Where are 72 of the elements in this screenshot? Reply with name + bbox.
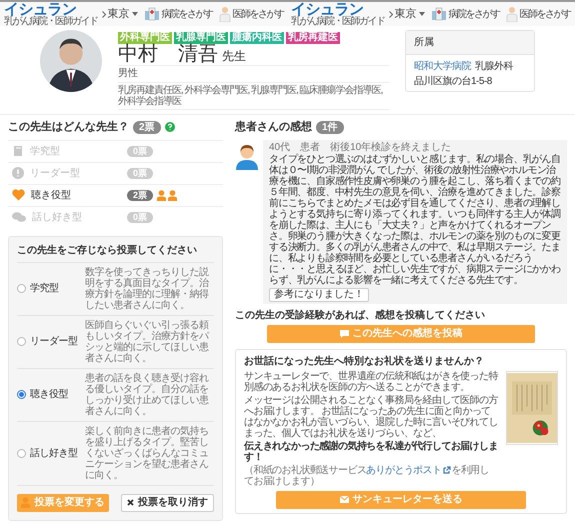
type-description: 楽しく前向きに患者の気持ちを盛り上げるタイプ。堅苦しくないざっくばらんなコミュニケーションを望む患者さんに向く。 [85, 426, 210, 480]
person-icon [157, 190, 166, 200]
hospital-icon [144, 7, 160, 21]
qualifications-text: 乳房再建責任医, 外科学会専門医, 乳腺専門医, 臨床腫瘍学会指導医, 外科学会指導医 [118, 83, 389, 110]
type-label: 学究型 [30, 144, 60, 158]
doctor-name: 中村 清吾 [118, 44, 218, 64]
chevron-icon [102, 10, 106, 18]
letter-paragraph: サンキューレターで、世界遺産の伝統和紙はがきを使った特別感のあるお礼状を医師の方へ送ることができます。 [244, 370, 498, 392]
chevron-icon [388, 10, 392, 18]
type-label: 話し好き型 [32, 210, 82, 224]
letter-title: お世話になった先生へ特別なお礼状を送りませんか？ [244, 354, 485, 368]
exclamation-icon [12, 167, 24, 179]
nav-link[interactable]: 医師をさがす [218, 6, 284, 22]
vote-panel-title: この先生をご存じなら投票してください [17, 242, 214, 262]
heart-icon [12, 189, 25, 201]
nav-link[interactable]: 病院をさがす [430, 6, 500, 22]
type-radio[interactable]: リーダー型 [17, 334, 81, 349]
person-icon [21, 497, 30, 508]
caret-icon [132, 12, 138, 16]
type-description: 患者の話を良く聴き受け容れる優しいタイプ。自分の話をしっかり受け止めてほしい患者さんに向く。 [85, 372, 210, 416]
type-radio[interactable]: 学究型 [17, 281, 81, 296]
review-count: 1件 [322, 122, 338, 133]
affiliation-title: 所属 [406, 31, 534, 55]
letter-note: （和紙のお礼状郵送サービスありがとうポスト を利用してお届けします） [244, 464, 490, 486]
specialty-tag: 乳房再建医 [286, 32, 340, 44]
type-description: 医師自らぐいぐい引っ張る頼もしいタイプ。治療方針をパシッと端的に示してほしい患者さんに向く。 [85, 320, 210, 364]
site-logo[interactable]: イシュラン [4, 2, 76, 16]
site-logo[interactable]: イシュラン [291, 2, 364, 16]
type-label: リーダー型 [30, 166, 80, 180]
section-title: 患者さんの感想 [235, 120, 312, 135]
letter-paragraph: メッセージは公開されることなく事務局を経由して医師の方へお届けします。 お世話になったあの先生に面と向かってはなかなかお礼が言いづらい、退院した時に言いそびれてしまった、個人ではお礼状を送りづらい、など、 [244, 394, 498, 438]
service-link[interactable]: ありがとうポスト [366, 464, 452, 476]
chat-icon [12, 211, 26, 223]
department-text: 乳腺外科 [475, 60, 513, 74]
caret-icon [418, 12, 424, 16]
close-icon [126, 499, 134, 506]
letter-emphasis: 伝えきれなかった感謝の気持ちを私達が代行してお届けします！ [244, 440, 498, 462]
specialty-tag: 外科専門医 [118, 32, 172, 44]
comment-icon [340, 330, 348, 338]
type-label: 聴き役型 [31, 188, 71, 202]
review-text: タイプをひとつ選ぶのはむずかしいと感じます。私の場合、乳がん自体は０〜Ⅰ期の非浸潤がん でしたが、術後の放射性治療やホルモン治療を機に、自家感作性皮膚や卵巣のう腫を起こし、落ち着くまでの約５年間、都度、中村先生の意見を伺い、治療を進めてきました。診察前にこちらでまとめたメモは必ず目を通してくださり、患者の理解しようとする気持ちに寄り添ってくれます。いつも同伴する主人が体調を崩した際は、主人にも「大丈夫？」と声をかけてくれるオープンさ。卵巣のう腫が大きくなった際は、ホルモンの薬を別のものに変更する決断力。多くの乳がん患者さんの中で、私は早期ステージ。たまに、私よりも診察時間を必要としている患者さんがいるだろうに・・・と思えるほど、お忙しい先生ですが、病期ステージにかかわらず、乳がんによる影響を一緒に考えてくださる先生です。 [269, 154, 561, 286]
type-radio[interactable]: 聴き役型 [17, 387, 81, 402]
gender-text: 男性 [118, 65, 389, 83]
doctor-icon [218, 6, 230, 22]
review-meta: 40代 患者 術後10年検診を終えました [269, 142, 452, 154]
specialty-tag: 腫瘍内科医 [230, 32, 284, 44]
nav-link[interactable]: 医師をさがす [506, 6, 570, 22]
cancel-vote-button[interactable]: 投票を取り消す [120, 494, 214, 512]
book-icon [12, 145, 24, 157]
site-tagline: 乳がん病院・医師ガイド [291, 16, 384, 26]
type-radio[interactable]: 話し好き型 [17, 446, 81, 460]
hospital-link[interactable]: 昭和大学病院 [414, 59, 471, 74]
hospital-icon [430, 7, 446, 21]
region-dropdown[interactable]: 東京 [102, 6, 138, 22]
specialty-tag: 乳腺専門医 [174, 32, 228, 44]
envelope-icon [340, 496, 348, 503]
person-icon [168, 190, 178, 200]
name-suffix: 先生 [222, 48, 246, 65]
type-vote-count: 2票 [127, 190, 154, 200]
external-link-icon [443, 466, 452, 474]
post-prompt: この先生の受診経験があれば、感想を投稿してください [235, 308, 486, 322]
region-dropdown[interactable]: 東京 [388, 6, 424, 22]
doctor-icon [506, 6, 518, 22]
site-tagline: 乳がん病院・医師ガイド [4, 16, 98, 26]
nav-link[interactable]: 病院をさがす [144, 6, 212, 22]
vote-count: 2票 [139, 122, 155, 133]
address-text: 品川区旗の台1-5-8 [414, 74, 493, 89]
user-avatar [235, 144, 259, 170]
help-icon[interactable] [164, 122, 175, 132]
section-title: この先生はどんな先生？ [8, 120, 129, 135]
helpful-button[interactable]: 参考になりました！ [269, 288, 369, 302]
type-description: 数字を使ってきっちりした説明をする真面目なタイプ。治療方針を論理的に理解・納得したい患者さんに向く。 [85, 266, 210, 310]
